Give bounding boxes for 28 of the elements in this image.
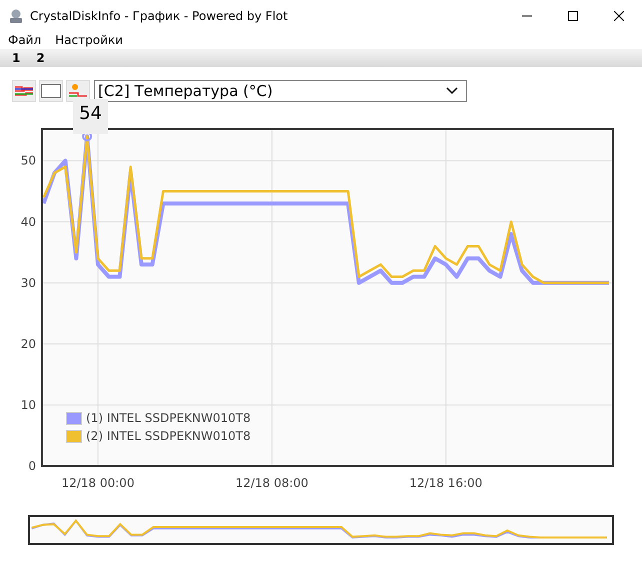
y-tick-label: 50 — [20, 154, 36, 168]
legend-label: (1) INTEL SSDPEKNW010T8 — [86, 411, 251, 425]
value-tooltip: 54 — [73, 99, 108, 134]
blank-button[interactable] — [39, 80, 63, 102]
x-tick-label: 12/18 00:00 — [61, 476, 134, 490]
y-tick-label: 30 — [20, 276, 36, 290]
legend-label: (2) INTEL SSDPEKNW010T8 — [86, 429, 251, 443]
empty-box-icon — [41, 84, 61, 98]
page-tab[interactable]: 1 — [12, 51, 20, 65]
y-tick-label: 40 — [20, 214, 36, 229]
theme-button[interactable] — [66, 80, 90, 102]
app-icon — [8, 8, 24, 24]
lines-icon — [14, 84, 34, 98]
close-icon[interactable] — [614, 10, 624, 20]
menu-item[interactable]: Настройки — [55, 33, 123, 47]
y-tick-label: 10 — [20, 398, 36, 412]
window-title: CrystalDiskInfo - График - Powered by Flot — [30, 8, 288, 22]
page-tab[interactable]: 2 — [36, 51, 45, 65]
x-tick-label: 12/18 16:00 — [409, 476, 482, 490]
chevron-icon — [446, 87, 458, 95]
y-tick-label: 20 — [20, 336, 36, 351]
chart-style-button[interactable] — [12, 80, 36, 102]
maximize-icon[interactable] — [568, 10, 578, 20]
x-tick-label: 12/18 08:00 — [235, 476, 308, 490]
sun-chart-icon — [68, 83, 88, 99]
y-tick-label: 0 — [28, 459, 36, 473]
menu-item[interactable]: Файл — [8, 33, 42, 47]
attribute-select[interactable]: [C2] Температура (°C) — [94, 80, 467, 102]
